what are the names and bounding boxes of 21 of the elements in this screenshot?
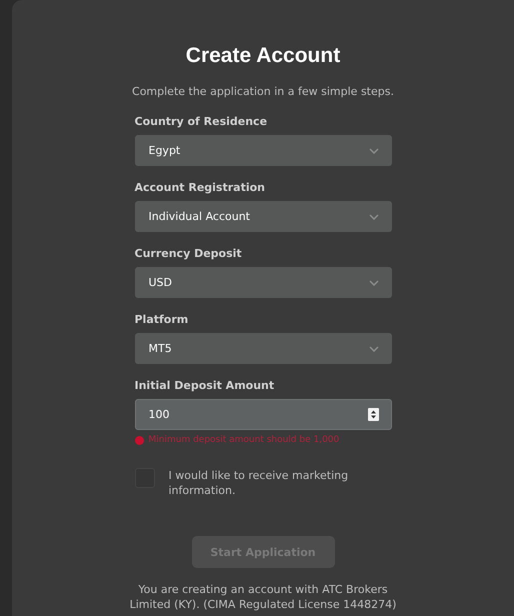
spinner-arrows-icon[interactable] <box>368 408 378 421</box>
error-message: Minimum deposit amount should be 1,000 <box>148 435 340 445</box>
number-input-field[interactable]: 100 <box>134 399 392 430</box>
chevron-down-icon <box>368 214 378 220</box>
chevron-down-icon <box>368 346 378 352</box>
field-label: Initial Deposit Amount <box>134 379 276 392</box>
page-title: Create Account <box>186 44 340 68</box>
dropdown-field[interactable]: Individual Account <box>134 201 392 232</box>
checkbox-label: I would like to receive marketing information. <box>168 468 350 498</box>
chevron-down-icon <box>368 280 378 286</box>
field-label: Currency Deposit <box>134 247 243 260</box>
dropdown-field[interactable]: MT5 <box>134 333 392 364</box>
dropdown-field[interactable]: USD <box>134 267 392 298</box>
field-label: Country of Residence <box>134 115 268 128</box>
chevron-down-icon <box>368 148 378 154</box>
field-label: Account Registration <box>134 181 266 194</box>
dropdown-field[interactable]: Egypt <box>134 135 392 166</box>
subtitle: Complete the application in a few simple steps. <box>132 85 394 98</box>
field-label: Platform <box>134 313 190 326</box>
error-dot-icon <box>134 436 144 444</box>
footnote: You are creating an account with ATC Brokers Limited (KY). (CIMA Regulated License 1448274) <box>128 582 398 612</box>
